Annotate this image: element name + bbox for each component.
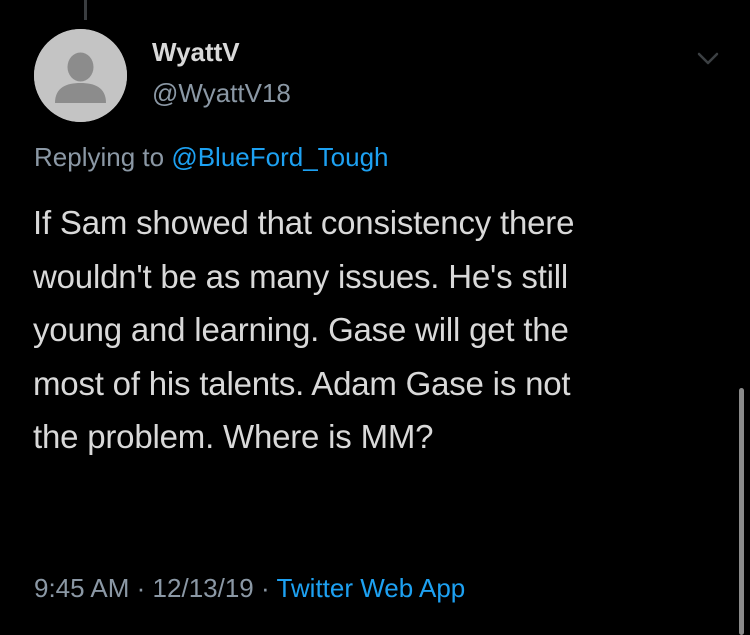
replying-to-mention-link[interactable]: @BlueFord_Tough	[171, 142, 388, 172]
scrollbar[interactable]	[739, 388, 744, 635]
meta-separator: ·	[261, 573, 270, 603]
tweet-time[interactable]: 9:45 AM	[34, 573, 129, 603]
tweet-text-line: the problem. Where is MM?	[33, 418, 434, 455]
chevron-down-icon[interactable]	[695, 48, 721, 68]
tweet-text-line: wouldn't be as many issues. He's still	[33, 257, 569, 295]
tweet-metadata: 9:45 AM · 12/13/19 · Twitter Web App	[34, 573, 465, 603]
tweet-source-link[interactable]: Twitter Web App	[276, 573, 465, 603]
tweet-text-line: most of his talents. Adam Gase is not	[33, 364, 571, 402]
author-handle[interactable]: @WyattV18	[152, 78, 291, 108]
avatar[interactable]	[34, 29, 127, 122]
author-display-name[interactable]: WyattV	[152, 37, 240, 67]
tweet-text-line: If Sam showed that consistency there	[33, 204, 575, 241]
replying-to-line: Replying to @BlueFord_Tough	[34, 142, 389, 172]
tweet-text-line: young and learning. Gase will get the	[33, 311, 569, 348]
replying-to-prefix: Replying to	[34, 142, 165, 172]
default-profile-avatar-icon	[34, 29, 127, 122]
tweet-date[interactable]: 12/13/19	[153, 573, 254, 603]
tweet-text: If Sam showed that consistency there wou…	[33, 196, 713, 464]
meta-separator: ·	[136, 573, 146, 603]
thread-connector-line	[84, 0, 87, 20]
